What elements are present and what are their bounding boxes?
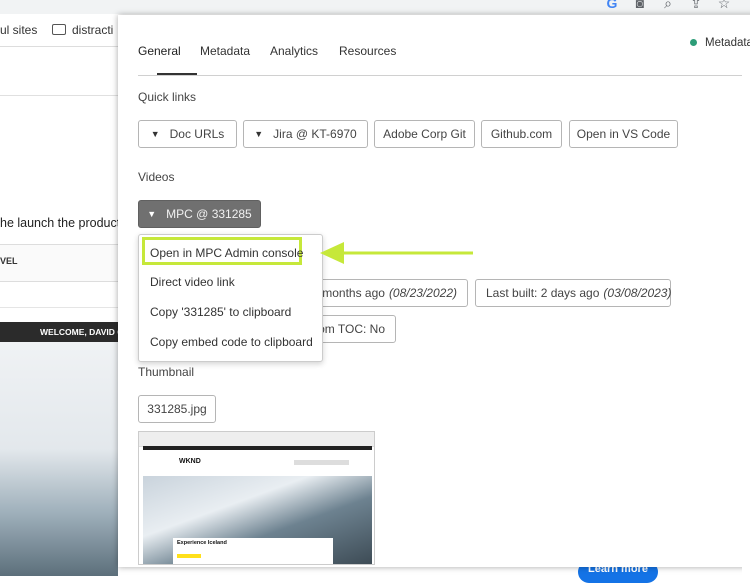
folder-icon	[52, 24, 66, 35]
hero-image	[0, 322, 118, 576]
bookmark-item[interactable]: ul sites	[0, 23, 37, 37]
star-icon[interactable]: ☆	[716, 0, 732, 12]
browser-toolbar: G ◙ ⌕ ⇪ ☆	[0, 0, 750, 14]
divider	[0, 95, 118, 96]
table-column-header: VEL	[0, 256, 18, 266]
bookmark-folder-label: distracti	[72, 23, 114, 37]
info-panel: General Metadata Analytics Resources Met…	[118, 15, 750, 567]
bookmark-folder[interactable]: distracti	[52, 23, 113, 37]
background-heading: he launch the product	[0, 216, 121, 230]
page-edge	[742, 47, 750, 576]
callout-arrow-icon	[320, 242, 473, 264]
extension-icon[interactable]: ◙	[632, 0, 648, 12]
zoom-icon[interactable]: ⌕	[660, 0, 676, 12]
hero-banner-text: WELCOME, DAVID C	[40, 327, 124, 337]
share-icon[interactable]: ⇪	[688, 0, 704, 12]
toolbar-icons: G ◙ ⌕ ⇪ ☆	[604, 0, 732, 12]
table-row	[0, 280, 118, 308]
google-icon[interactable]: G	[604, 0, 620, 12]
